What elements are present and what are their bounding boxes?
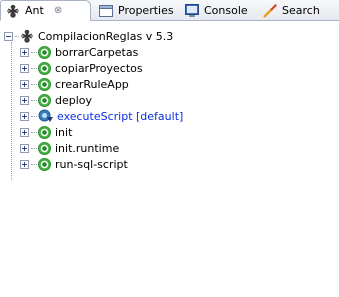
target-icon	[38, 125, 51, 139]
target-icon	[38, 61, 51, 75]
tab-search[interactable]: Search	[258, 0, 320, 21]
tree-connector	[31, 83, 37, 85]
tree-item[interactable]: borrarCarpetas	[20, 44, 138, 60]
target-icon	[38, 77, 51, 91]
ant-view: Ant ⊗ Properties Console Search Compilac…	[0, 0, 339, 297]
tab-ant[interactable]: Ant ⊗	[0, 0, 91, 21]
tree-connector	[31, 99, 37, 101]
close-icon[interactable]: ⊗	[54, 5, 62, 16]
tree-connector	[31, 115, 37, 117]
tree-connector	[31, 147, 37, 149]
tree-connector	[31, 163, 37, 165]
tree-item[interactable]: init.runtime	[20, 140, 119, 156]
tree-item[interactable]: copiarProyectos	[20, 60, 143, 76]
tab-console-label: Console	[204, 4, 248, 17]
tree-root-label: CompilacionReglas v 5.3	[38, 29, 174, 43]
tree-item-label: deploy	[55, 93, 93, 107]
ant-icon	[5, 3, 21, 19]
tree-item-label: executeScript [default]	[57, 109, 184, 123]
tree-item-label: crearRuleApp	[55, 77, 129, 91]
target-icon	[38, 141, 51, 155]
tree-item[interactable]: deploy	[20, 92, 92, 108]
tree-item-label: run-sql-script	[55, 157, 128, 171]
expand-icon[interactable]	[20, 95, 29, 105]
target-icon	[38, 157, 51, 171]
console-icon	[184, 3, 200, 19]
target-icon	[38, 93, 51, 107]
tab-search-label: Search	[282, 4, 320, 17]
tree-connector	[31, 51, 37, 53]
tab-properties-label: Properties	[118, 4, 174, 17]
tree-item-default[interactable]: executeScript [default]	[20, 108, 183, 124]
tree-item-label: borrarCarpetas	[55, 45, 139, 59]
expand-icon[interactable]	[20, 143, 29, 153]
properties-icon	[98, 3, 114, 19]
tree-item[interactable]: init	[20, 124, 72, 140]
target-icon	[38, 45, 51, 59]
tree-item-label: init.runtime	[55, 141, 120, 155]
expand-icon[interactable]	[20, 63, 29, 73]
view-tab-bar: Ant ⊗ Properties Console Search	[0, 0, 339, 21]
tree-connector	[31, 131, 37, 133]
expand-icon[interactable]	[20, 111, 29, 121]
tree-item[interactable]: run-sql-script	[20, 156, 128, 172]
expand-icon[interactable]	[20, 79, 29, 89]
expand-icon[interactable]	[20, 159, 29, 169]
collapse-icon[interactable]	[4, 31, 13, 41]
tree-connector	[15, 35, 19, 37]
tree-item-label: copiarProyectos	[55, 61, 143, 75]
ant-buildfile-icon	[20, 29, 35, 43]
default-target-icon	[38, 109, 54, 123]
tree-guide-line	[11, 42, 12, 180]
tree-connector	[31, 67, 37, 69]
tab-ant-label: Ant	[25, 4, 44, 17]
expand-icon[interactable]	[20, 127, 29, 137]
tab-console[interactable]: Console	[180, 0, 248, 21]
tree-item[interactable]: crearRuleApp	[20, 76, 129, 92]
search-icon	[262, 3, 278, 19]
tab-properties[interactable]: Properties	[94, 0, 174, 21]
tree-root[interactable]: CompilacionReglas v 5.3	[4, 28, 173, 44]
tree-item-label: init	[55, 125, 73, 139]
expand-icon[interactable]	[20, 47, 29, 57]
